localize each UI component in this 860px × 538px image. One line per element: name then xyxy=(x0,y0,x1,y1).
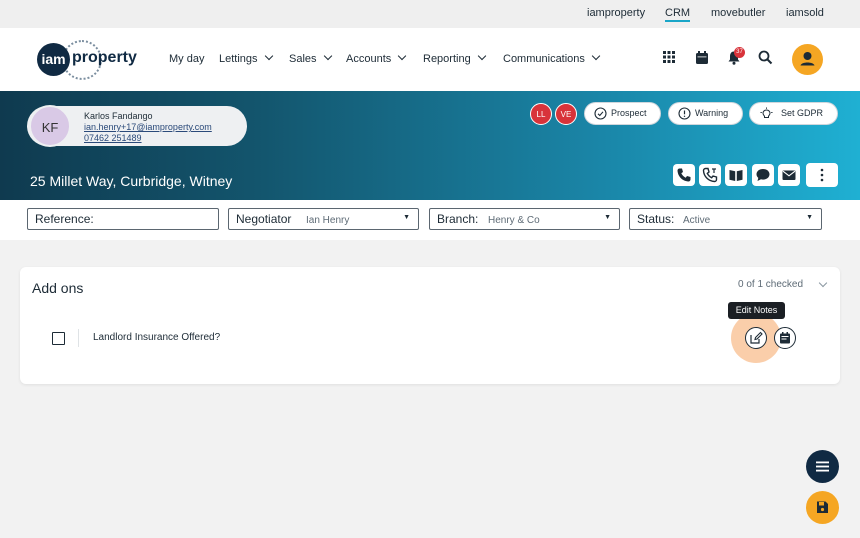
nav-label: Communications xyxy=(503,53,585,65)
search-icon[interactable] xyxy=(758,50,776,68)
warning-pill[interactable]: Warning xyxy=(668,102,743,125)
negotiator-select[interactable]: Negotiator Ian Henry ▼ xyxy=(228,208,419,230)
top-links-bar: iamproperty CRM movebutler iamsold xyxy=(0,0,860,28)
alert-circle-icon xyxy=(678,107,691,120)
caret-down-icon: ▼ xyxy=(806,214,813,221)
status-label: Status: xyxy=(637,212,675,226)
negotiator-label: Negotiator xyxy=(236,212,292,226)
chevron-down-icon[interactable] xyxy=(818,278,828,288)
caret-down-icon: ▼ xyxy=(604,214,611,221)
edit-notes-button[interactable] xyxy=(745,327,767,349)
mail-button[interactable] xyxy=(778,164,800,186)
contact-phone-link[interactable]: 07462 251489 xyxy=(84,133,142,143)
nav-my-day[interactable]: My day xyxy=(169,53,204,65)
open-book-button[interactable] xyxy=(725,164,747,186)
chevron-down-icon xyxy=(591,51,601,61)
top-link-movebutler[interactable]: movebutler xyxy=(711,7,765,19)
top-link-iamproperty[interactable]: iamproperty xyxy=(587,7,645,19)
chevron-down-icon xyxy=(323,51,332,61)
negotiator-value: Ian Henry xyxy=(306,215,350,226)
top-link-crm[interactable]: CRM xyxy=(665,7,691,22)
addon-checkbox[interactable] xyxy=(52,332,65,345)
set-gdpr-pill[interactable]: Set GDPR xyxy=(749,102,838,125)
nav-label: Lettings xyxy=(219,53,258,65)
user-icon xyxy=(800,52,815,66)
notification-badge: 37 xyxy=(734,47,745,58)
branch-select[interactable]: Branch: Henry & Co ▼ xyxy=(429,208,620,230)
save-fab[interactable] xyxy=(806,491,839,524)
menu-icon xyxy=(816,461,829,472)
addons-card: Add ons 0 of 1 checked Landlord Insuranc… xyxy=(20,267,840,384)
reference-field[interactable]: Reference: xyxy=(27,208,219,230)
calendar-icon[interactable] xyxy=(695,50,713,68)
tag-ve[interactable]: VE xyxy=(555,103,577,125)
call-log-button[interactable] xyxy=(699,164,721,186)
property-address: 25 Millet Way, Curbridge, Witney xyxy=(30,173,233,189)
nav-label: Accounts xyxy=(346,53,392,65)
pill-label: Set GDPR xyxy=(781,108,824,118)
apps-grid-icon[interactable] xyxy=(662,50,680,68)
chat-button[interactable] xyxy=(752,164,774,186)
pill-label: Warning xyxy=(695,108,729,118)
contact-name: Karlos Fandango xyxy=(84,111,153,121)
phone-icon xyxy=(677,168,691,182)
lightbulb-icon xyxy=(760,107,773,118)
top-link-iamsold[interactable]: iamsold xyxy=(786,7,824,19)
property-banner: KF Karlos Fandango ian.henry+17@iamprope… xyxy=(0,91,860,200)
menu-fab[interactable] xyxy=(806,450,839,483)
contact-card[interactable]: KF Karlos Fandango ian.henry+17@iamprope… xyxy=(27,105,247,147)
addons-title: Add ons xyxy=(32,280,84,296)
nav-sales[interactable]: Sales xyxy=(289,51,332,65)
note-icon xyxy=(780,332,790,344)
filter-bar: Reference: Negotiator Ian Henry ▼ Branch… xyxy=(0,200,860,240)
nav-label: My day xyxy=(169,53,205,65)
pill-label: Prospect xyxy=(611,108,647,118)
user-avatar-button[interactable] xyxy=(792,44,823,75)
open-book-icon xyxy=(729,170,743,181)
notes-button[interactable] xyxy=(774,327,796,349)
logo-mark: iam xyxy=(37,43,70,76)
check-circle-icon xyxy=(594,107,607,120)
nav-lettings[interactable]: Lettings xyxy=(219,51,273,65)
prospect-pill[interactable]: Prospect xyxy=(584,102,661,125)
more-options-button[interactable] xyxy=(806,163,838,187)
phone-button[interactable] xyxy=(673,164,695,186)
edit-icon xyxy=(750,331,763,344)
nav-accounts[interactable]: Accounts xyxy=(346,51,407,65)
nav-reporting[interactable]: Reporting xyxy=(423,51,486,65)
chevron-down-icon xyxy=(264,51,273,61)
chat-icon xyxy=(756,169,770,181)
branch-value: Henry & Co xyxy=(488,215,540,226)
call-log-icon xyxy=(702,167,718,183)
chevron-down-icon xyxy=(477,51,486,61)
addon-label: Landlord Insurance Offered? xyxy=(93,332,221,343)
status-select[interactable]: Status: Active ▼ xyxy=(629,208,822,230)
logo-word: property xyxy=(72,49,137,66)
contact-email-link[interactable]: ian.henry+17@iamproperty.com xyxy=(84,122,212,132)
nav-label: Sales xyxy=(289,53,317,65)
contact-avatar: KF xyxy=(29,105,71,147)
reference-label: Reference: xyxy=(35,212,94,226)
edit-notes-tooltip: Edit Notes xyxy=(728,302,785,319)
branch-label: Branch: xyxy=(437,212,479,226)
nav-communications[interactable]: Communications xyxy=(503,51,601,65)
divider xyxy=(78,329,79,347)
main-header: iam property My day Lettings Sales Accou… xyxy=(0,28,860,91)
caret-down-icon: ▼ xyxy=(403,214,410,221)
save-icon xyxy=(817,501,828,513)
mail-icon xyxy=(782,170,796,180)
nav-label: Reporting xyxy=(423,53,471,65)
tag-ll[interactable]: LL xyxy=(530,103,552,125)
addons-checked-summary: 0 of 1 checked xyxy=(738,279,804,290)
chevron-down-icon xyxy=(398,51,407,61)
status-value: Active xyxy=(683,215,711,226)
more-vertical-icon xyxy=(820,168,824,182)
